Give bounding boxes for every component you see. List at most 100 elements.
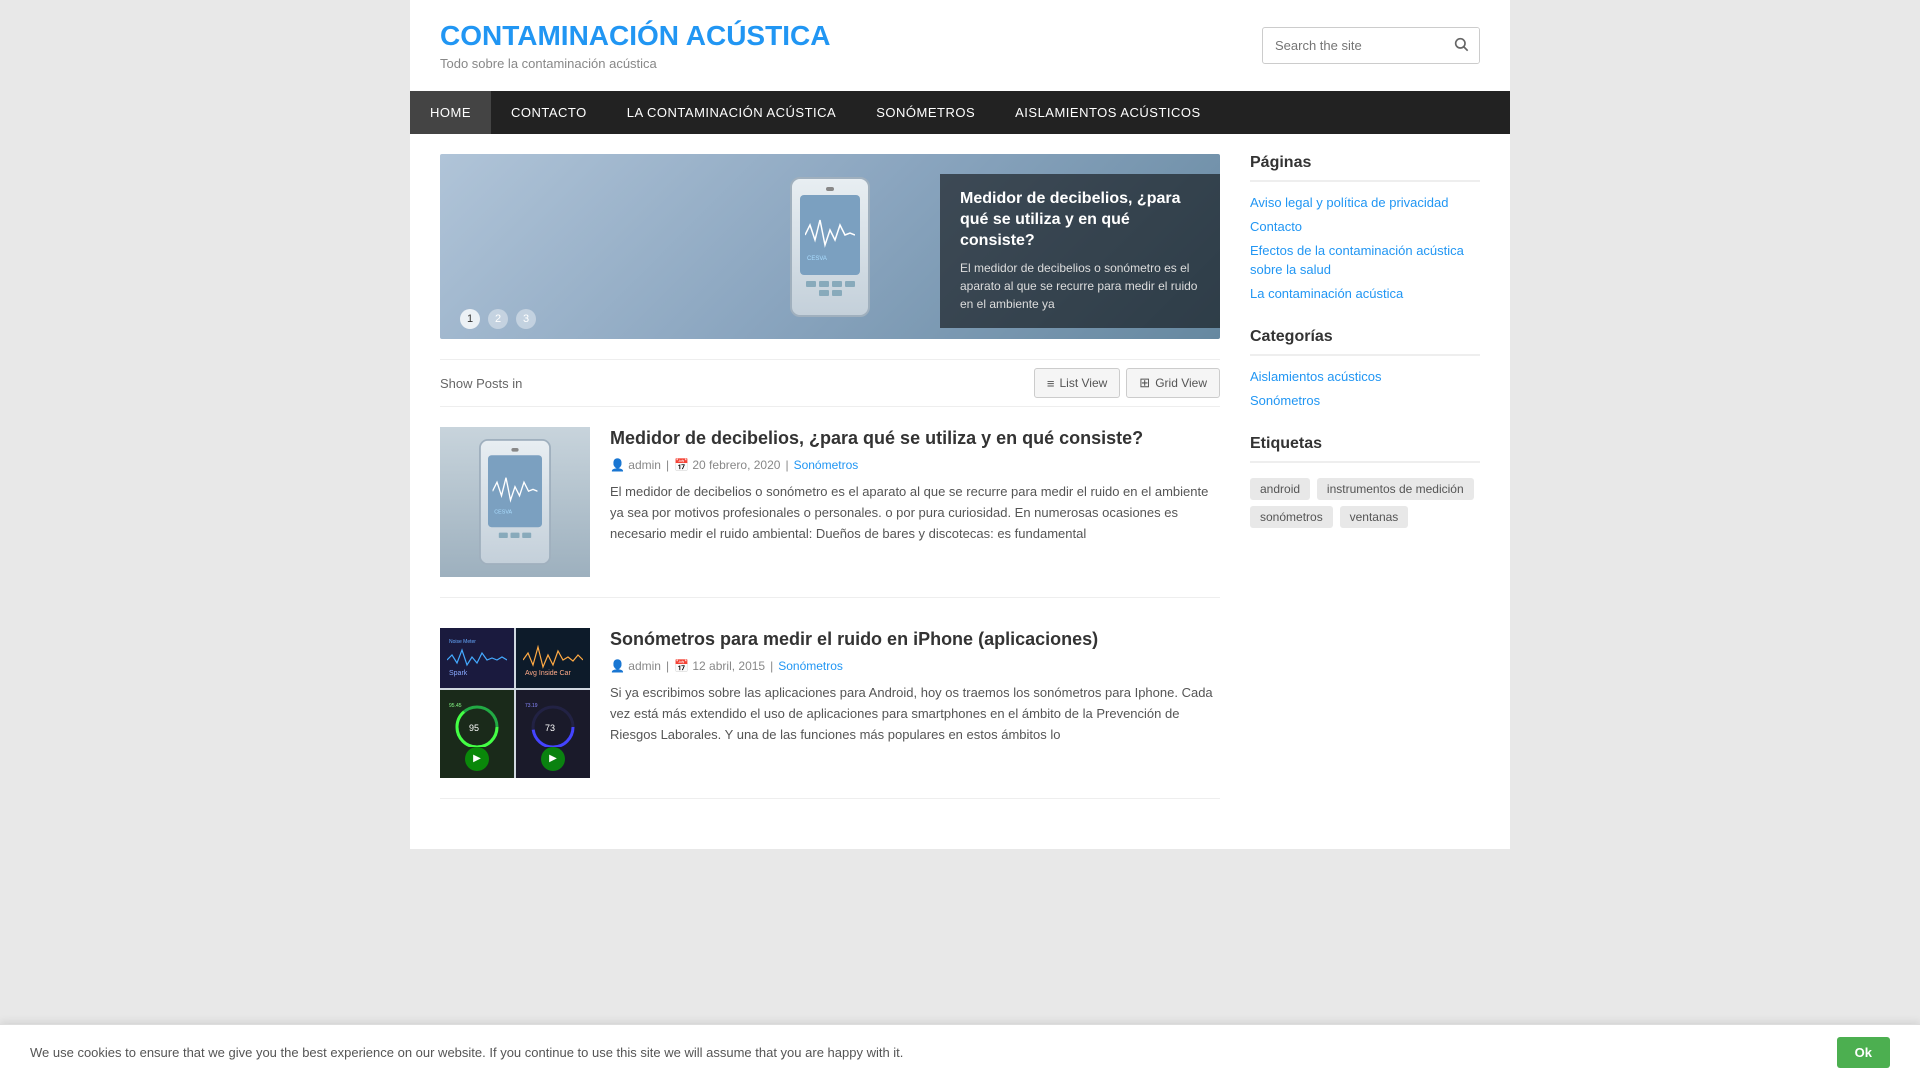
- slider-overlay: Medidor de decibelios, ¿para qué se util…: [940, 174, 1220, 328]
- app-waveform-1: Spark Noise Meter: [447, 635, 507, 680]
- post-category-1: Sonómetros: [794, 458, 859, 472]
- slider-dot-1[interactable]: 1: [460, 309, 480, 329]
- nav-item-la-contaminacion[interactable]: LA CONTAMINACIÓN ACÚSTICA: [607, 91, 856, 134]
- play-button-1[interactable]: ▶: [465, 747, 489, 771]
- tag-sonometros[interactable]: sonómetros: [1250, 506, 1333, 528]
- post-content-1: Medidor de decibelios, ¿para qué se util…: [610, 427, 1220, 577]
- post-phone-image: CESVA: [479, 439, 551, 565]
- sidebar-page-link-2[interactable]: Contacto: [1250, 218, 1480, 236]
- post-title-1[interactable]: Medidor de decibelios, ¿para qué se util…: [610, 427, 1220, 450]
- post-phone-screen: CESVA: [488, 455, 542, 527]
- post-excerpt-2: Si ya escribimos sobre las aplicaciones …: [610, 683, 1220, 745]
- sidebar-page-link-1[interactable]: Aviso legal y política de privacidad: [1250, 194, 1480, 212]
- app-waveform-2: Avg Inside Car: [523, 635, 583, 680]
- post-waveform-icon: CESVA: [493, 464, 538, 518]
- site-title[interactable]: CONTAMINACIÓN ACÚSTICA: [440, 20, 830, 52]
- nav-item-aislamientos[interactable]: AISLAMIENTOS ACÚSTICOS: [995, 91, 1221, 134]
- sidebar-categories: Categorías Aislamientos acústicos Sonóme…: [1250, 328, 1480, 410]
- waveform-icon: CESVA: [805, 205, 855, 265]
- cookie-bar: We use cookies to ensure that we give yo…: [0, 1024, 1920, 1080]
- sidebar-tags-heading: Etiquetas: [1250, 435, 1480, 463]
- play-button-2[interactable]: ▶: [541, 747, 565, 771]
- post-item: CESVA Medidor de decibelios, ¿para qué s: [440, 427, 1220, 598]
- nav-item-sonometros[interactable]: SONÓMETROS: [856, 91, 995, 134]
- grid-view-button[interactable]: ⊞ Grid View: [1126, 368, 1220, 398]
- site-tagline: Todo sobre la contaminación acústica: [440, 56, 830, 71]
- post-category-2: Sonómetros: [778, 659, 843, 673]
- post-title-2[interactable]: Sonómetros para medir el ruido en iPhone…: [610, 628, 1220, 651]
- featured-slider: CESVA: [440, 154, 1220, 339]
- svg-text:95.45: 95.45: [449, 703, 462, 709]
- slider-overlay-title: Medidor de decibelios, ¿para qué se util…: [960, 189, 1200, 251]
- post-meta-1: admin | 20 febrero, 2020 | Sonómetros: [610, 458, 1220, 472]
- search-icon: [1453, 36, 1469, 52]
- tag-instrumentos[interactable]: instrumentos de medición: [1317, 478, 1474, 500]
- post-thumbnail-1: CESVA: [440, 427, 590, 577]
- sidebar-category-link-2[interactable]: Sonómetros: [1250, 392, 1480, 410]
- sidebar-categories-heading: Categorías: [1250, 328, 1480, 356]
- slider-dot-2[interactable]: 2: [488, 309, 508, 329]
- sidebar: Páginas Aviso legal y política de privac…: [1220, 154, 1480, 829]
- post-author-2: admin: [610, 659, 661, 673]
- search-input[interactable]: [1263, 30, 1443, 61]
- app-grid: Spark Noise Meter Avg Inside Car: [440, 628, 590, 778]
- tags-list: android instrumentos de medición sonómet…: [1250, 475, 1480, 531]
- app-gauge: 95 95.45: [447, 697, 507, 747]
- sidebar-category-link-1[interactable]: Aislamientos acústicos: [1250, 368, 1480, 386]
- svg-text:CESVA: CESVA: [494, 510, 512, 516]
- tag-ventanas[interactable]: ventanas: [1340, 506, 1409, 528]
- post-content-2: Sonómetros para medir el ruido en iPhone…: [610, 628, 1220, 778]
- app-cell-4: 73 73.19 ▶: [516, 690, 590, 779]
- sidebar-page-link-4[interactable]: La contaminación acústica: [1250, 285, 1480, 303]
- svg-text:Noise Meter: Noise Meter: [449, 639, 476, 645]
- svg-text:73.19: 73.19: [525, 703, 538, 709]
- grid-icon: ⊞: [1139, 375, 1150, 391]
- show-posts-label: Show Posts in: [440, 376, 522, 391]
- app-cell-3: 95 95.45 ▶: [440, 690, 514, 779]
- slider-overlay-text: El medidor de decibelios o sonómetro es …: [960, 259, 1200, 313]
- post-category-link-2[interactable]: Sonómetros: [778, 659, 843, 673]
- post-date-1: 20 febrero, 2020: [674, 458, 780, 472]
- sidebar-tags: Etiquetas android instrumentos de medici…: [1250, 435, 1480, 531]
- content-wrapper: CESVA: [410, 134, 1510, 849]
- slider-dot-3[interactable]: 3: [516, 309, 536, 329]
- site-branding: CONTAMINACIÓN ACÚSTICA Todo sobre la con…: [440, 20, 830, 71]
- svg-text:95: 95: [469, 723, 479, 733]
- svg-text:CESVA: CESVA: [807, 256, 827, 262]
- post-excerpt-1: El medidor de decibelios o sonómetro es …: [610, 482, 1220, 544]
- post-category-link-1[interactable]: Sonómetros: [794, 458, 859, 472]
- search-button[interactable]: [1443, 28, 1479, 63]
- cookie-ok-button[interactable]: Ok: [1837, 1037, 1890, 1068]
- post-meta-2: admin | 12 abril, 2015 | Sonómetros: [610, 659, 1220, 673]
- view-buttons: ≡ List View ⊞ Grid View: [1034, 368, 1220, 398]
- post-item-2: Spark Noise Meter Avg Inside Car: [440, 628, 1220, 799]
- app-cell-2: Avg Inside Car: [516, 628, 590, 688]
- main-content: CESVA: [440, 154, 1220, 829]
- post-author-1: admin: [610, 458, 661, 472]
- list-view-button[interactable]: ≡ List View: [1034, 368, 1120, 398]
- sidebar-pages: Páginas Aviso legal y política de privac…: [1250, 154, 1480, 303]
- search-box: [1262, 27, 1480, 64]
- cookie-message: We use cookies to ensure that we give yo…: [30, 1045, 903, 1060]
- svg-text:73: 73: [545, 723, 555, 733]
- list-icon: ≡: [1047, 376, 1055, 391]
- main-nav: HOME CONTACTO LA CONTAMINACIÓN ACÚSTICA …: [410, 91, 1510, 134]
- post-meta-separator-2: |: [785, 458, 788, 472]
- post-meta-separator-3: |: [666, 659, 669, 673]
- phone-screen: CESVA: [800, 195, 860, 275]
- sidebar-page-link-3[interactable]: Efectos de la contaminación acústica sob…: [1250, 242, 1480, 278]
- tag-android[interactable]: android: [1250, 478, 1310, 500]
- app-gauge-2: 73 73.19: [523, 697, 583, 747]
- sidebar-pages-heading: Páginas: [1250, 154, 1480, 182]
- app-cell-1: Spark Noise Meter: [440, 628, 514, 688]
- svg-text:Spark: Spark: [449, 670, 468, 677]
- nav-item-contacto[interactable]: CONTACTO: [491, 91, 607, 134]
- post-controls: Show Posts in ≡ List View ⊞ Grid View: [440, 359, 1220, 407]
- grid-view-label: Grid View: [1155, 376, 1207, 390]
- svg-text:Avg Inside Car: Avg Inside Car: [525, 670, 571, 677]
- slider-dots: 1 2 3: [460, 309, 536, 329]
- post-date-2: 12 abril, 2015: [674, 659, 765, 673]
- post-thumbnail-2: Spark Noise Meter Avg Inside Car: [440, 628, 590, 778]
- nav-item-home[interactable]: HOME: [410, 91, 491, 134]
- post-meta-separator-1: |: [666, 458, 669, 472]
